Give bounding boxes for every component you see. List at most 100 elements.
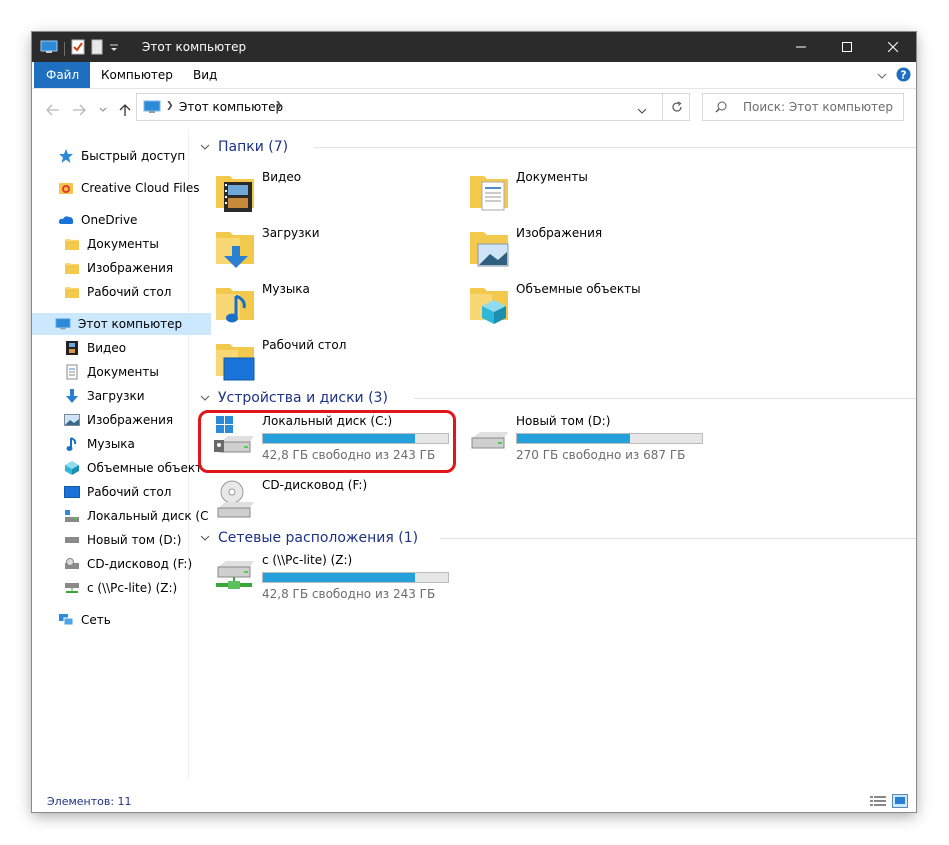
highlight-annotation — [198, 410, 456, 473]
folder-icon — [64, 236, 80, 252]
drive-name: Новый том (D:) — [516, 414, 611, 428]
cd-drive-icon — [64, 556, 80, 572]
back-arrow-icon — [46, 104, 59, 116]
section-header-devices[interactable]: Устройства и диски (3) — [192, 387, 916, 409]
sidebar-item-label: c (\\Pc-lite) (Z:) — [87, 581, 178, 595]
section-divider — [440, 538, 916, 539]
expand-ribbon-icon[interactable] — [877, 69, 887, 83]
breadcrumb-chevron-icon[interactable]: ❯ — [275, 101, 283, 111]
drive-name: c (\\Pc-lite) (Z:) — [262, 553, 353, 567]
sidebar-item-label: Видео — [87, 341, 127, 355]
help-icon[interactable]: ? — [896, 67, 911, 85]
folder-name: Загрузки — [262, 226, 320, 240]
cloud-icon — [58, 212, 74, 228]
chevron-down-icon — [200, 144, 210, 150]
sidebar-item-label: OneDrive — [81, 213, 138, 227]
search-icon — [715, 101, 727, 116]
customize-toolbar-icon[interactable] — [109, 42, 119, 56]
quick-access-toolbar — [40, 39, 119, 58]
large-icons-view-icon[interactable] — [892, 794, 908, 811]
tab-computer[interactable]: Компьютер — [89, 62, 185, 88]
chevron-down-icon — [200, 395, 210, 401]
folder-item-documents[interactable]: Документы — [446, 168, 686, 220]
cd-drive-icon — [214, 478, 258, 522]
3d-objects-folder-icon — [468, 282, 512, 326]
folder-name: Музыка — [262, 282, 310, 296]
title-bar: Этот компьютер — [32, 32, 916, 62]
folder-item-music[interactable]: Музыка — [192, 280, 432, 332]
forward-button[interactable] — [70, 101, 88, 119]
sidebar-item-label: Документы — [87, 237, 159, 251]
refresh-icon — [671, 101, 682, 112]
drive-item-new-volume-d[interactable]: Новый том (D:) 270 ГБ свободно из 687 ГБ — [446, 412, 708, 464]
sidebar-item-creative-cloud[interactable]: Creative Cloud Files — [32, 177, 214, 199]
sidebar-item-label: Сеть — [81, 613, 111, 627]
section-header-network[interactable]: Сетевые расположения (1) — [192, 527, 916, 549]
search-box[interactable]: Поиск: Этот компьютер — [702, 93, 904, 121]
film-icon — [64, 340, 80, 356]
sidebar-item-label: Объемные объект — [87, 461, 203, 475]
minimize-icon — [796, 46, 806, 48]
music-note-icon — [64, 436, 80, 452]
maximize-icon — [842, 42, 852, 52]
sidebar-item-label: Новый том (D:) — [87, 533, 182, 547]
sidebar-item-onedrive[interactable]: OneDrive — [32, 209, 214, 231]
computer-icon — [40, 40, 58, 57]
drive-free-space: 42,8 ГБ свободно из 243 ГБ — [262, 587, 436, 601]
drive-item-network-z[interactable]: c (\\Pc-lite) (Z:) 42,8 ГБ свободно из 2… — [192, 551, 454, 603]
sidebar-item-this-pc[interactable]: Этот компьютер — [32, 313, 211, 335]
sidebar-item-network[interactable]: Сеть — [32, 609, 214, 631]
new-folder-icon[interactable] — [91, 39, 103, 58]
folder-icon — [64, 260, 80, 276]
folder-item-3d-objects[interactable]: Объемные объекты — [446, 280, 686, 332]
creative-cloud-icon — [58, 180, 74, 196]
details-view-icon[interactable] — [870, 795, 886, 810]
breadcrumb-current[interactable]: Этот компьютер — [179, 100, 283, 114]
window-title: Этот компьютер — [142, 40, 247, 54]
drive-icon — [64, 532, 80, 548]
separator-icon — [64, 41, 65, 56]
sidebar-item-label: Изображения — [87, 413, 174, 427]
computer-icon — [143, 100, 161, 117]
sidebar-item-label: Этот компьютер — [78, 317, 183, 331]
tab-view[interactable]: Вид — [181, 62, 229, 88]
recent-locations-button[interactable] — [94, 101, 112, 119]
svg-text:?: ? — [900, 69, 906, 82]
network-icon — [58, 612, 74, 628]
section-title: Сетевые расположения (1) — [218, 530, 419, 546]
refresh-button[interactable] — [662, 93, 690, 121]
folder-item-desktop[interactable]: Рабочий стол — [192, 336, 432, 388]
folder-name: Изображения — [516, 226, 603, 240]
drive-free-space: 270 ГБ свободно из 687 ГБ — [516, 448, 686, 462]
network-drive-icon — [214, 553, 258, 597]
ribbon-tabs: Файл Компьютер Вид ? — [32, 62, 916, 89]
sidebar-item-label: CD-дисковод (F:) — [87, 557, 193, 571]
properties-icon[interactable] — [71, 39, 85, 58]
section-divider — [314, 147, 916, 148]
tab-file[interactable]: Файл — [34, 62, 90, 88]
downloads-folder-icon — [214, 226, 258, 270]
address-dropdown-icon[interactable] — [637, 104, 647, 118]
navigation-pane: Быстрый доступ Creative Cloud Files OneD… — [32, 130, 211, 780]
folder-item-downloads[interactable]: Загрузки — [192, 224, 432, 276]
section-header-folders[interactable]: Папки (7) — [192, 136, 916, 158]
up-button[interactable] — [116, 101, 134, 119]
desktop-folder-icon — [214, 338, 258, 382]
back-button[interactable] — [44, 101, 62, 119]
cube-icon — [64, 460, 80, 476]
sidebar-item-quick-access[interactable]: Быстрый доступ — [32, 145, 214, 167]
folder-item-pictures[interactable]: Изображения — [446, 224, 686, 276]
forward-arrow-icon — [73, 104, 86, 116]
address-bar[interactable]: ❯ Этот компьютер ❯ — [136, 93, 690, 121]
picture-icon — [64, 412, 80, 428]
maximize-button[interactable] — [824, 32, 870, 62]
folder-item-videos[interactable]: Видео — [192, 168, 432, 220]
pictures-folder-icon — [468, 226, 512, 270]
documents-folder-icon — [468, 170, 512, 214]
folder-name: Объемные объекты — [516, 282, 641, 296]
status-bar: Элементов: 11 — [32, 792, 916, 812]
drive-item-cd-drive-f[interactable]: CD-дисковод (F:) — [192, 476, 432, 528]
close-button[interactable] — [870, 32, 916, 62]
up-arrow-icon — [119, 104, 131, 116]
minimize-button[interactable] — [778, 32, 824, 62]
